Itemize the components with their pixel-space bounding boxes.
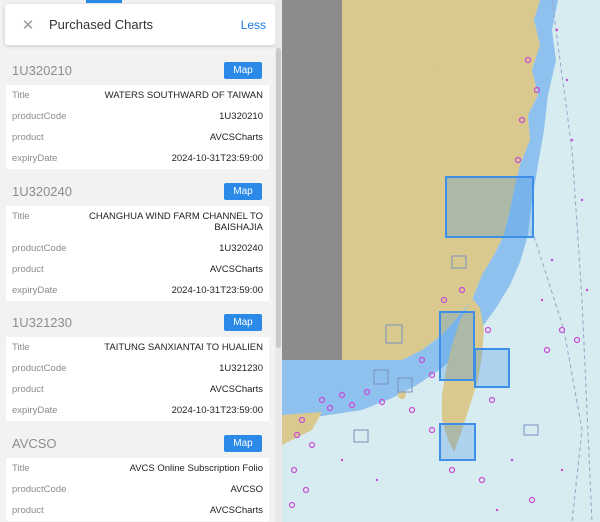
field-label: Title — [12, 211, 30, 222]
chart-code: 1U320240 — [12, 183, 72, 199]
field-label: expiryDate — [12, 285, 58, 296]
field-value: AVCSCharts — [209, 132, 263, 143]
field-label: productCode — [12, 111, 67, 122]
detail-row-product-code: productCode AVCSO — [6, 479, 269, 500]
island — [434, 67, 440, 73]
panel-scrollbar-thumb[interactable] — [276, 48, 281, 348]
panel-header: ✕ Purchased Charts Less — [5, 4, 275, 45]
field-value: 1U320210 — [219, 111, 263, 122]
field-label: product — [12, 505, 44, 516]
field-value: CHANGHUA WIND FARM CHANNEL TO BAISHAJIA — [88, 211, 263, 233]
field-value: WATERS SOUTHWARD OF TAIWAN — [104, 90, 263, 101]
detail-row-product-code: productCode 1U321230 — [6, 358, 269, 379]
detail-row-expiry-date: expiryDate 2024-10-31T23:59:00 — [6, 148, 269, 169]
field-value: 2024-10-31T23:59:00 — [171, 285, 263, 296]
chart-header: AVCSO Map — [0, 428, 275, 458]
chart-item: 1U320210 Map Title WATERS SOUTHWARD OF TA… — [0, 55, 275, 169]
detail-row-title: Title CHANGHUA WIND FARM CHANNEL TO BAISH… — [6, 206, 269, 238]
field-value: AVCSO — [230, 484, 263, 495]
detail-row-product: product AVCSCharts — [6, 379, 269, 400]
chart-outline-1u320210[interactable] — [439, 423, 476, 461]
field-label: product — [12, 384, 44, 395]
chart-header: 1U320210 Map — [0, 55, 275, 85]
close-icon[interactable]: ✕ — [13, 16, 43, 34]
chart-code: AVCSO — [12, 435, 57, 451]
chart-outline-1u320240[interactable] — [445, 176, 534, 238]
map-canvas[interactable] — [282, 0, 600, 522]
detail-row-product-code: productCode 1U320210 — [6, 106, 269, 127]
field-value: AVCS Online Subscription Folio — [129, 463, 263, 474]
field-value: 1U321230 — [219, 363, 263, 374]
purchased-charts-panel: ✕ Purchased Charts Less 1U320210 Map Tit… — [0, 0, 282, 522]
chart-code: 1U321230 — [12, 314, 72, 330]
map-button[interactable]: Map — [224, 313, 262, 331]
detail-row-title: Title TAITUNG SANXIANTAI TO HUALIEN — [6, 337, 269, 358]
field-value: TAITUNG SANXIANTAI TO HUALIEN — [104, 342, 263, 353]
chart-details: Title TAITUNG SANXIANTAI TO HUALIEN produ… — [6, 337, 269, 421]
detail-row-product: product AVCSCharts — [6, 500, 269, 521]
chart-details: Title CHANGHUA WIND FARM CHANNEL TO BAISH… — [6, 206, 269, 301]
chart-details: Title WATERS SOUTHWARD OF TAIWAN productC… — [6, 85, 269, 169]
chart-cell[interactable] — [523, 424, 539, 436]
shipping-lane — [551, 0, 593, 522]
chart-cell[interactable] — [353, 429, 369, 443]
chart-outline-1u321230-north[interactable] — [439, 311, 475, 381]
detail-row-expiry-date: expiryDate 2024-10-31T23:59:00 — [6, 280, 269, 301]
detail-row-product: product AVCSCharts — [6, 127, 269, 148]
field-label: expiryDate — [12, 153, 58, 164]
field-label: product — [12, 132, 44, 143]
panel-title: Purchased Charts — [49, 17, 154, 32]
map-button[interactable]: Map — [224, 434, 262, 452]
detail-row-product: product AVCSCharts — [6, 259, 269, 280]
chart-item: 1U320240 Map Title CHANGHUA WIND FARM CHA… — [0, 176, 275, 301]
field-label: expiryDate — [12, 405, 58, 416]
field-label: Title — [12, 342, 30, 353]
detail-row-expiry-date: expiryDate 2024-10-31T23:59:00 — [6, 400, 269, 421]
map-button[interactable]: Map — [224, 61, 262, 79]
field-label: productCode — [12, 363, 67, 374]
chart-code: 1U320210 — [12, 62, 72, 78]
detail-row-title: Title WATERS SOUTHWARD OF TAIWAN — [6, 85, 269, 106]
chart-item: 1U321230 Map Title TAITUNG SANXIANTAI TO … — [0, 307, 275, 421]
map-button[interactable]: Map — [224, 182, 262, 200]
detail-row-title: Title AVCS Online Subscription Folio — [6, 458, 269, 479]
field-label: Title — [12, 463, 30, 474]
field-value: 2024-10-31T23:59:00 — [171, 405, 263, 416]
field-value: AVCSCharts — [209, 264, 263, 275]
field-value: 1U320240 — [219, 243, 263, 254]
detail-row-product-code: productCode 1U320240 — [6, 238, 269, 259]
less-link[interactable]: Less — [241, 18, 266, 32]
active-tab-indicator — [86, 0, 122, 3]
chart-header: 1U320240 Map — [0, 176, 275, 206]
field-label: productCode — [12, 243, 67, 254]
field-value: AVCSCharts — [209, 384, 263, 395]
field-label: product — [12, 264, 44, 275]
chart-header: 1U321230 Map — [0, 307, 275, 337]
nautical-chart-map[interactable] — [282, 0, 600, 522]
field-value: 2024-10-31T23:59:00 — [171, 153, 263, 164]
no-data-area — [282, 0, 342, 360]
chart-outline-1u321230-south[interactable] — [474, 348, 510, 388]
field-label: Title — [12, 90, 30, 101]
field-label: productCode — [12, 484, 67, 495]
chart-details: Title AVCS Online Subscription Folio prod… — [6, 458, 269, 521]
shipping-lane — [531, 229, 583, 522]
chart-item: AVCSO Map Title AVCS Online Subscription … — [0, 428, 275, 521]
field-value: AVCSCharts — [209, 505, 263, 516]
